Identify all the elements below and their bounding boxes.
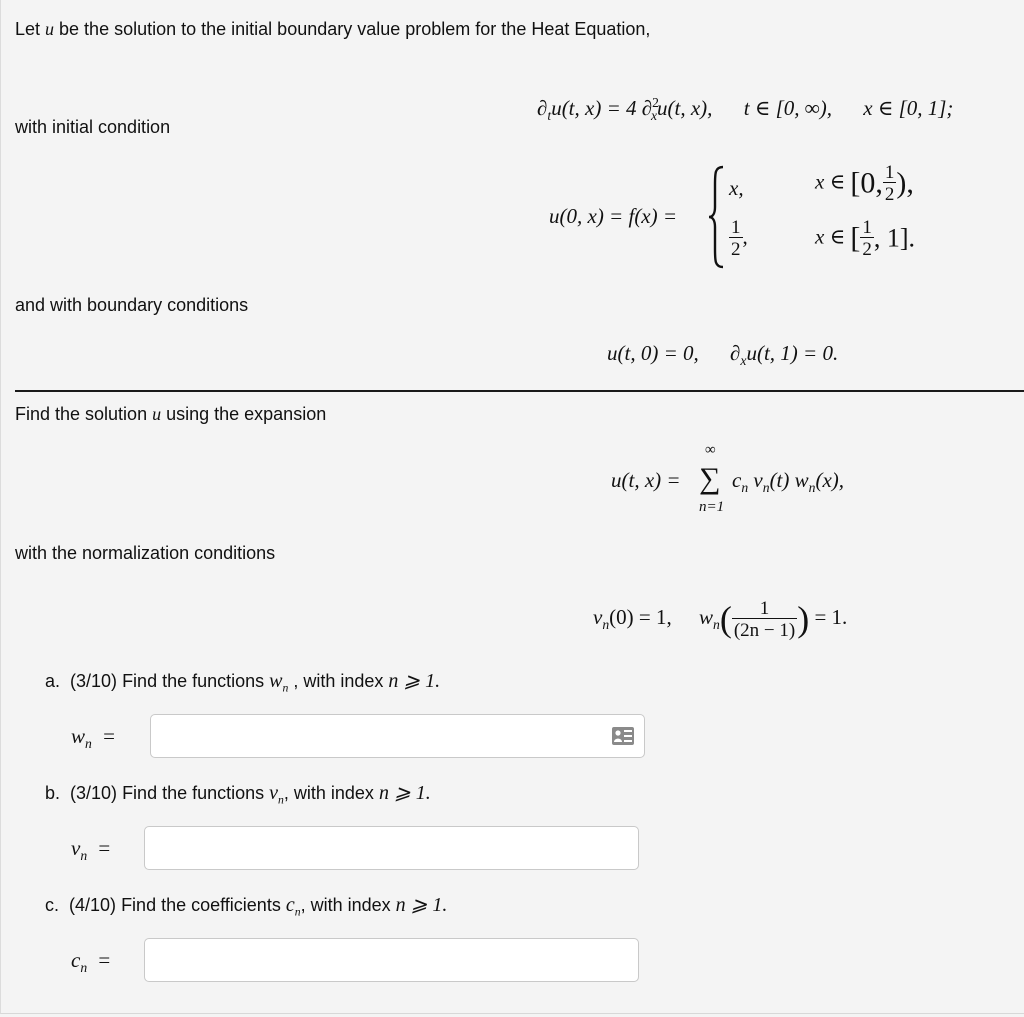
case1-domain: x ∈ [0, 1 2),: [815, 162, 914, 205]
answer-c-n-field[interactable]: [144, 938, 639, 982]
bc-left: u(t, 0) = 0,: [607, 341, 699, 365]
answer-v-n-input[interactable]: [145, 827, 638, 869]
boundary-conditions: u(t, 0) = 0, ∂xu(t, 1) = 0.: [607, 341, 838, 369]
answer-w-n-input[interactable]: [151, 715, 644, 757]
question-c: c. (4/10) Find the coefficients cn, with…: [45, 894, 448, 919]
question-a: a. (3/10) Find the functions wn , with i…: [45, 670, 441, 695]
question-c-points: (4/10): [69, 895, 117, 915]
intro-text: Let u be the solution to the initial bou…: [15, 19, 651, 39]
question-b: b. (3/10) Find the functions vn, with in…: [45, 782, 431, 807]
x-domain: x ∈ [0, 1];: [863, 96, 954, 120]
normalization-conditions: vn(0) = 1, wn(1 (2n − 1)) = 1.: [593, 597, 848, 641]
answer-v-n-field[interactable]: [144, 826, 639, 870]
question-b-points: (3/10): [70, 783, 118, 803]
answer-c-label: cn =: [71, 948, 111, 976]
problem-page: Let u be the solution to the initial bou…: [0, 0, 1024, 1014]
initial-condition-lhs: u(0, x) = f(x) =: [549, 204, 678, 228]
expansion-term: cn vn(t) wn(x),: [732, 468, 845, 496]
answer-w-n-field[interactable]: [150, 714, 645, 758]
sum-symbol: ∑: [699, 462, 721, 495]
expansion-intro: Find the solution u using the expansion: [15, 404, 327, 424]
answer-b-label: vn =: [71, 836, 111, 864]
normalization-label: with the normalization conditions: [15, 543, 276, 563]
question-a-points: (3/10): [70, 671, 118, 691]
sum-lower-limit: n=1: [699, 499, 725, 515]
sum-upper-limit: ∞: [705, 442, 716, 458]
case2-domain: x ∈ [1 2, 1].: [815, 217, 916, 260]
section-divider: [15, 390, 1024, 392]
answer-c-n-input[interactable]: [145, 939, 638, 981]
math-keyboard-icon[interactable]: [612, 727, 634, 745]
bc-right: ∂xu(t, 1) = 0.: [730, 341, 839, 369]
t-domain: t ∈ [0, ∞),: [743, 96, 832, 120]
left-brace: [708, 165, 724, 269]
case1-value: x,: [729, 176, 744, 200]
boundary-conditions-label: and with boundary conditions: [15, 295, 249, 315]
initial-condition-label: with initial condition: [15, 117, 171, 137]
case2-value: 12,: [729, 217, 748, 260]
heat-equation: ∂tu(t, x) = 4 ∂2xu(t, x), t ∈ [0, ∞), x …: [537, 95, 954, 124]
answer-a-label: wn =: [71, 724, 115, 752]
var-u: u: [45, 19, 55, 39]
expansion-lhs: u(t, x) =: [611, 468, 681, 492]
